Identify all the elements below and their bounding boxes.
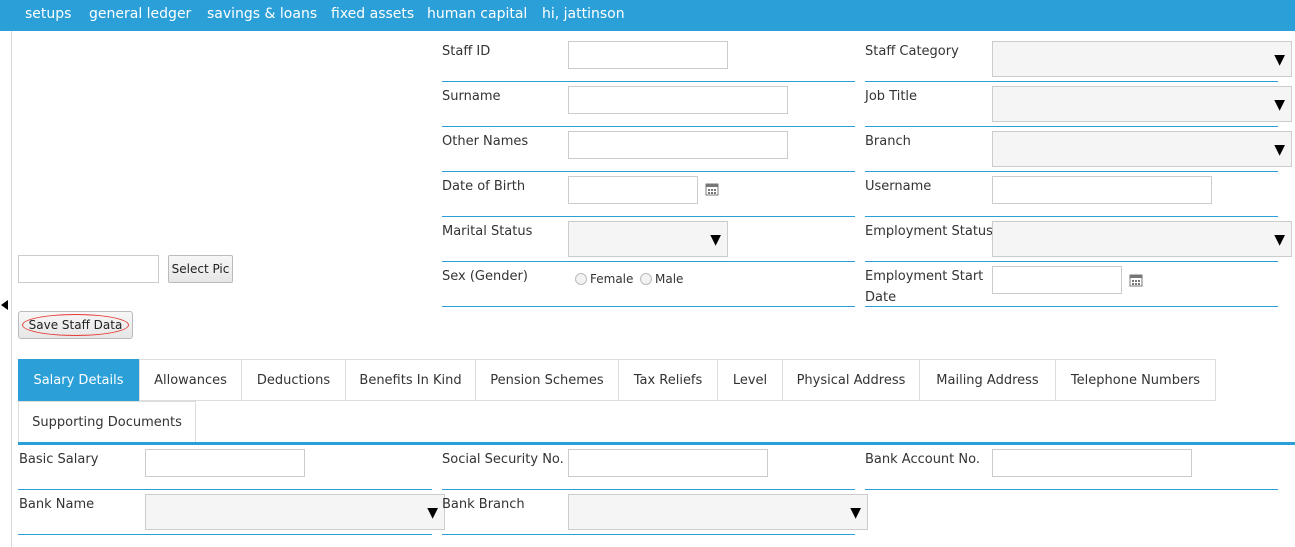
staff-id-label: Staff ID	[442, 44, 491, 59]
other-names-label: Other Names	[442, 134, 529, 149]
surname-label: Surname	[442, 89, 501, 104]
job-title-label: Job Title	[865, 89, 918, 104]
row-divider	[18, 534, 432, 535]
row-divider	[442, 126, 855, 127]
job-title-select[interactable]: ▼	[992, 86, 1292, 122]
row-divider	[442, 306, 855, 307]
dropdown-arrow-icon: ▼	[710, 232, 721, 248]
select-pic-button[interactable]: Select Pic	[168, 255, 233, 283]
nav-savings-loans[interactable]: savings & loans	[207, 6, 317, 22]
employment-status-select[interactable]: ▼	[992, 221, 1292, 257]
tab-level[interactable]: Level	[717, 359, 783, 401]
staff-category-label: Staff Category	[865, 44, 959, 59]
row-divider	[442, 216, 855, 217]
male-radio[interactable]	[640, 273, 652, 285]
social-security-no-input[interactable]	[568, 449, 768, 477]
save-staff-data-label: Save Staff Data	[22, 314, 129, 336]
save-staff-data-button[interactable]: Save Staff Data	[18, 311, 133, 339]
employment-status-label: Employment Status	[865, 224, 993, 239]
top-nav-bar: setups general ledger savings & loans fi…	[0, 0, 1295, 31]
tab-pension-schemes[interactable]: Pension Schemes	[475, 359, 619, 401]
date-of-birth-label: Date of Birth	[442, 179, 526, 194]
dropdown-arrow-icon: ▼	[1274, 232, 1285, 248]
row-divider	[442, 81, 855, 82]
sex-label: Sex (Gender)	[442, 269, 528, 284]
basic-salary-input[interactable]	[145, 449, 305, 477]
nav-setups[interactable]: setups	[25, 6, 71, 22]
tab-underline	[18, 442, 1295, 445]
dropdown-arrow-icon: ▼	[1274, 142, 1285, 158]
row-divider	[865, 261, 1278, 262]
nav-fixed-assets[interactable]: fixed assets	[331, 6, 414, 22]
staff-category-select[interactable]: ▼	[992, 41, 1292, 77]
dropdown-arrow-icon: ▼	[850, 505, 861, 521]
date-of-birth-input[interactable]	[568, 176, 698, 204]
social-security-no-label: Social Security No.	[442, 452, 564, 467]
calendar-icon[interactable]	[705, 182, 719, 196]
username-input[interactable]	[992, 176, 1212, 204]
tab-supporting-documents[interactable]: Supporting Documents	[18, 401, 196, 443]
row-divider	[18, 489, 432, 490]
tab-mailing-address[interactable]: Mailing Address	[919, 359, 1056, 401]
nav-human-capital[interactable]: human capital	[427, 6, 527, 22]
row-divider	[865, 126, 1278, 127]
picture-path-input[interactable]	[18, 255, 159, 283]
row-divider	[442, 261, 855, 262]
bank-account-no-label: Bank Account No.	[865, 452, 980, 467]
basic-salary-label: Basic Salary	[19, 452, 99, 467]
staff-id-input[interactable]	[568, 41, 728, 69]
calendar-icon[interactable]	[1129, 273, 1143, 287]
tab-deductions[interactable]: Deductions	[241, 359, 346, 401]
row-divider	[442, 171, 855, 172]
nav-user-greeting[interactable]: hi, jattinson	[542, 6, 625, 22]
row-divider	[442, 534, 855, 535]
left-panel-divider	[11, 31, 12, 547]
employment-start-date-input[interactable]	[992, 266, 1122, 294]
marital-status-select[interactable]: ▼	[568, 221, 728, 257]
row-divider	[865, 306, 1278, 307]
marital-status-label: Marital Status	[442, 224, 533, 239]
row-divider	[442, 489, 855, 490]
dropdown-arrow-icon: ▼	[1274, 52, 1285, 68]
other-names-input[interactable]	[568, 131, 788, 159]
row-divider	[865, 81, 1278, 82]
branch-label: Branch	[865, 134, 911, 149]
bank-branch-label: Bank Branch	[442, 497, 525, 512]
username-label: Username	[865, 179, 932, 194]
branch-select[interactable]: ▼	[992, 131, 1292, 167]
tab-benefits-in-kind[interactable]: Benefits In Kind	[345, 359, 476, 401]
employment-start-date-label: Employment Start Date	[865, 269, 984, 305]
bank-name-label: Bank Name	[19, 497, 95, 512]
chevron-left-icon[interactable]	[1, 300, 8, 310]
row-divider	[865, 171, 1278, 172]
tab-allowances[interactable]: Allowances	[139, 359, 242, 401]
dropdown-arrow-icon: ▼	[427, 505, 438, 521]
tab-salary-details[interactable]: Salary Details	[18, 359, 139, 401]
bank-name-select[interactable]: ▼	[145, 494, 445, 530]
bank-account-no-input[interactable]	[992, 449, 1192, 477]
nav-general-ledger[interactable]: general ledger	[89, 6, 191, 22]
tab-telephone-numbers[interactable]: Telephone Numbers	[1055, 359, 1216, 401]
female-radio[interactable]	[575, 273, 587, 285]
tab-physical-address[interactable]: Physical Address	[782, 359, 920, 401]
bank-branch-select[interactable]: ▼	[568, 494, 868, 530]
row-divider	[865, 216, 1278, 217]
surname-input[interactable]	[568, 86, 788, 114]
tab-tax-reliefs[interactable]: Tax Reliefs	[618, 359, 718, 401]
male-label: Male	[655, 272, 684, 286]
dropdown-arrow-icon: ▼	[1274, 97, 1285, 113]
row-divider	[865, 489, 1278, 490]
female-label: Female	[590, 272, 634, 286]
